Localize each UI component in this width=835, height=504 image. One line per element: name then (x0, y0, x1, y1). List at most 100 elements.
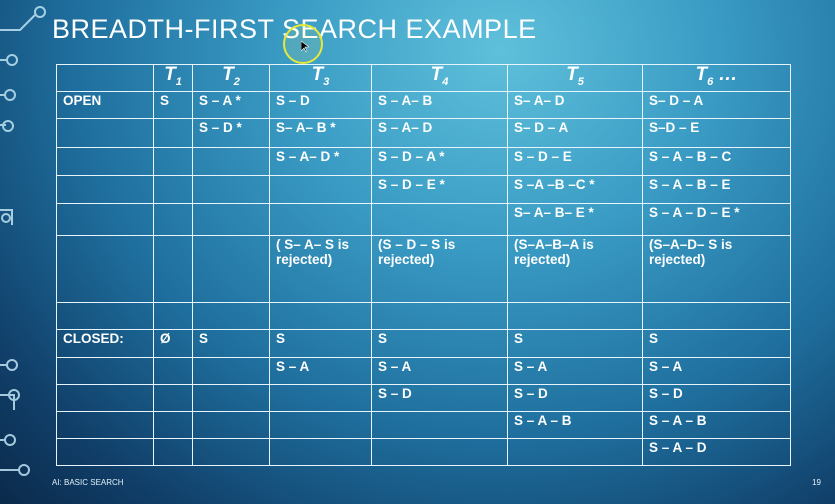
header-t4: T4 (371, 64, 508, 92)
table-cell (153, 202, 193, 236)
table-cell: (S–A–D– S is rejected) (642, 234, 791, 304)
table-cell: S –A –B –C * (507, 174, 643, 204)
table-row (56, 302, 791, 331)
table-cell: (S–A–B–A is rejected) (507, 234, 643, 304)
table-row: S – D * S– A– B * S – A– D S– D – A S–D – E (56, 117, 791, 148)
table-cell (371, 437, 508, 467)
table-cell: S – D (507, 384, 643, 413)
table-cell: S – A (371, 357, 508, 386)
table-cell: S – D – A * (371, 146, 508, 176)
table-cell: S – A – B (642, 411, 791, 439)
table-cell (153, 234, 193, 304)
table-cell: S – A (642, 357, 791, 386)
table-row: S – A – D (56, 437, 791, 467)
table-row: S – A– D * S – D – A * S – D – ES – A – B … (56, 146, 791, 176)
table-cell (153, 174, 193, 204)
table-cell: S– D – A (642, 91, 791, 119)
table-cell (153, 117, 193, 148)
table-cell: S (153, 91, 193, 119)
row-label-cell (56, 302, 154, 331)
table-cell: S – D * (192, 117, 270, 148)
table-cell (269, 411, 372, 439)
table-cell: S – D (371, 384, 508, 413)
table-cell: S – D (269, 91, 372, 119)
table-cell: S – D – E (507, 146, 643, 176)
table-cell (269, 202, 372, 236)
table-cell: S – D (642, 384, 791, 413)
table-cell (507, 437, 643, 467)
table-cell: S – A– D * (269, 146, 372, 176)
table-cell: S (507, 329, 643, 359)
table-cell (192, 174, 270, 204)
table-cell (507, 302, 643, 331)
table-cell: S – A– B (371, 91, 508, 119)
table-cell: (S – D – S is rejected) (371, 234, 508, 304)
table-cell: S– A– B– E * (507, 202, 643, 236)
table-cell (269, 174, 372, 204)
table-cell: S – A – B – C (642, 146, 791, 176)
table-cell: S – A– D (371, 117, 508, 148)
table-cell (192, 411, 270, 439)
table-cell (192, 357, 270, 386)
table-cell (153, 411, 193, 439)
table-cell: S– D – A (507, 117, 643, 148)
table-cell: S (642, 329, 791, 359)
table-cell: S– A– D (507, 91, 643, 119)
table-cell (153, 146, 193, 176)
table-cell: S (269, 329, 372, 359)
page-number: 19 (812, 478, 821, 487)
row-label-cell: OPEN (56, 91, 154, 119)
table-cell (642, 302, 791, 331)
mouse-pointer-icon (301, 41, 309, 53)
table-row: S – D – E * S –A –B –C * S – A – B – E (56, 174, 791, 204)
table-cell (371, 202, 508, 236)
table-cell (371, 302, 508, 331)
table-row: OPEN S S – A * S – DS – A– B S– A– D S– D – A (56, 91, 791, 119)
table-cell (153, 302, 193, 331)
table-cell (192, 202, 270, 236)
table-cell: S – A (507, 357, 643, 386)
table-row: ( S– A– S is rejected) (S – D – S is reje… (56, 234, 791, 304)
bfs-table-container: T1 T2 T3 T4 T5 T6 … OPEN S S – A * S – DS –… (56, 64, 791, 467)
table-cell (153, 437, 193, 467)
header-t5: T5 (507, 64, 643, 92)
row-label-cell (56, 174, 154, 204)
table-cell: ( S– A– S is rejected) (269, 234, 372, 304)
row-label-cell (56, 411, 154, 439)
header-row: T1 T2 T3 T4 T5 T6 … (56, 64, 791, 92)
table-cell: S – A * (192, 91, 270, 119)
row-label-cell (56, 384, 154, 413)
row-label-cell: CLOSED: (56, 329, 154, 359)
table-cell (192, 234, 270, 304)
header-t3: T3 (269, 64, 372, 92)
bfs-table: T1 T2 T3 T4 T5 T6 … OPEN S S – A * S – DS –… (56, 64, 791, 467)
table-row: S – DS – DS – D (56, 384, 791, 413)
table-cell (371, 411, 508, 439)
table-cell (269, 437, 372, 467)
table-cell (153, 384, 193, 413)
header-t6: T6 … (642, 64, 791, 92)
table-cell (192, 146, 270, 176)
row-label-cell (56, 117, 154, 148)
table-cell: S (192, 329, 270, 359)
table-row: CLOSED: Ø S S S S S (56, 329, 791, 359)
table-cell (153, 357, 193, 386)
table-cell: S – D – E * (371, 174, 508, 204)
table-cell: S– A– B * (269, 117, 372, 148)
row-label-cell (56, 357, 154, 386)
circuit-decoration (0, 6, 46, 476)
table-cell: S – A – D (642, 437, 791, 467)
footer-course-label: AI: BASIC SEARCH (52, 478, 124, 487)
table-cell (269, 302, 372, 331)
row-label-cell (56, 437, 154, 467)
row-label-cell (56, 202, 154, 236)
table-cell (269, 384, 372, 413)
table-cell: S (371, 329, 508, 359)
header-t2: T2 (192, 64, 270, 92)
table-row: S – AS – AS – AS – A (56, 357, 791, 386)
row-label-cell (56, 146, 154, 176)
table-cell (192, 437, 270, 467)
table-row: S– A– B– E * S – A – D – E * (56, 202, 791, 236)
table-cell: S–D – E (642, 117, 791, 148)
row-label-cell (56, 234, 154, 304)
